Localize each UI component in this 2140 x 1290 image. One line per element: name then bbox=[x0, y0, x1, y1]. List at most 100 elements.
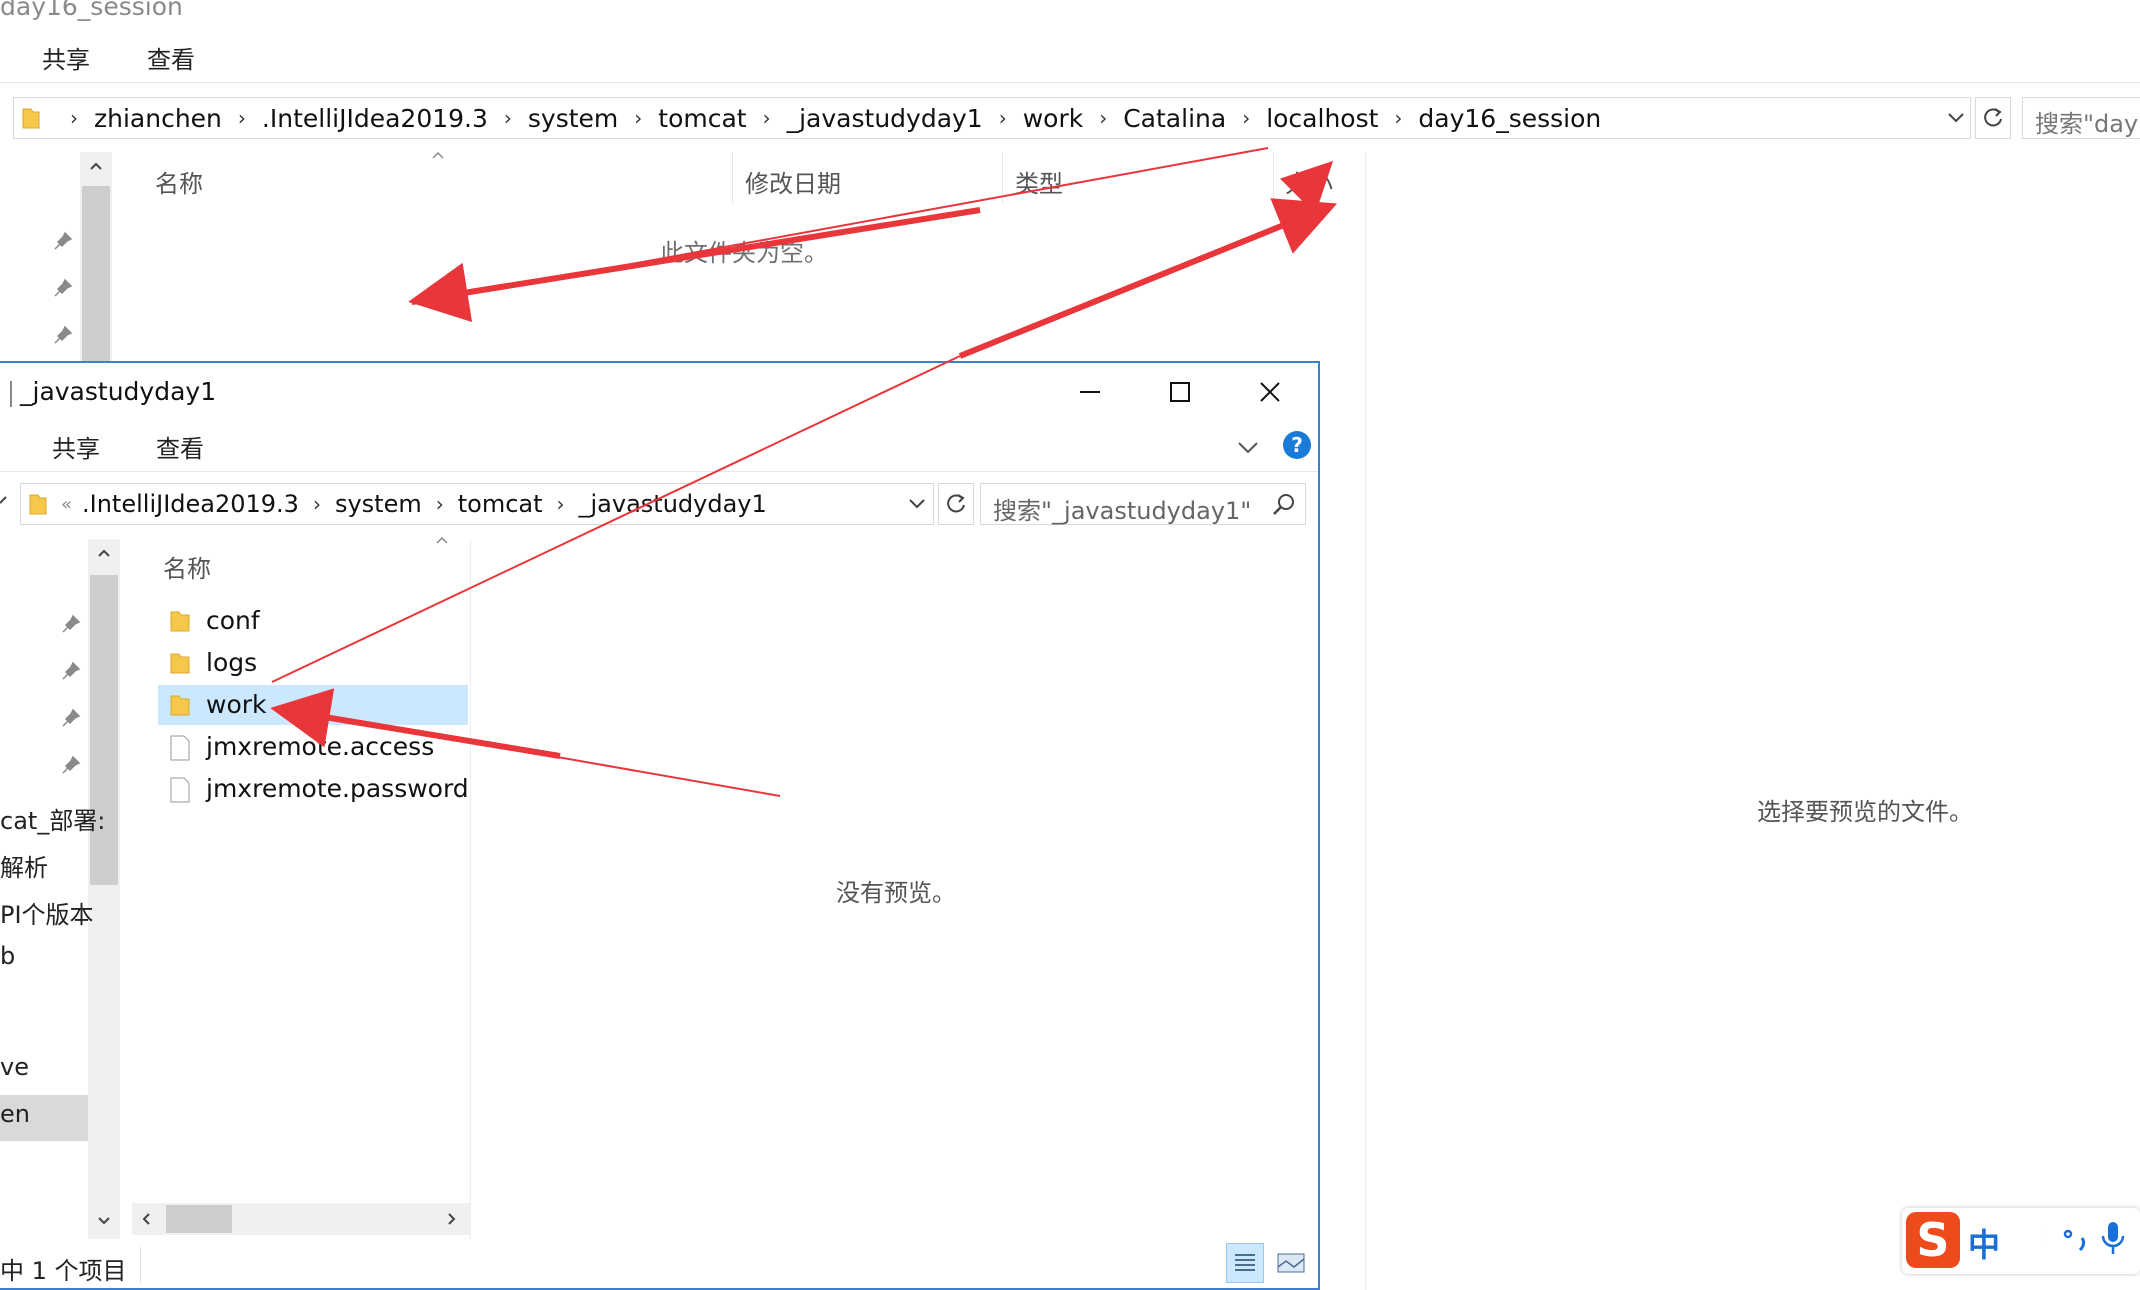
refresh-button[interactable] bbox=[1975, 97, 2011, 139]
crumb-day16-session[interactable]: day16_session bbox=[1418, 104, 1601, 133]
column-divider[interactable] bbox=[732, 152, 733, 204]
punctuation-icon[interactable] bbox=[2060, 1222, 2092, 1256]
folder-icon bbox=[170, 693, 190, 717]
address-dropdown[interactable] bbox=[1941, 97, 1971, 139]
search-icon[interactable] bbox=[1271, 492, 1297, 518]
ime-toolbar[interactable]: S 中 bbox=[1902, 1208, 2140, 1274]
moon-icon[interactable] bbox=[2020, 1224, 2052, 1256]
folder-icon bbox=[170, 651, 190, 675]
preview-view-button[interactable] bbox=[1272, 1243, 1310, 1283]
search-placeholder: 搜索"_javastudyday1" bbox=[993, 497, 1252, 525]
address-bar[interactable]: › zhianchen › .IntelliJIdea2019.3 › syst… bbox=[13, 97, 1971, 139]
chevron-right-icon[interactable]: › bbox=[504, 106, 512, 130]
chevron-right-icon[interactable]: › bbox=[70, 106, 78, 130]
nav-item[interactable]: cat_部署: bbox=[0, 801, 105, 836]
scroll-up-icon[interactable] bbox=[94, 543, 114, 563]
chevron-right-icon[interactable]: › bbox=[763, 106, 771, 130]
column-name[interactable]: 名称 bbox=[163, 549, 211, 584]
nav-item[interactable]: PI个版本 bbox=[0, 895, 94, 930]
chevron-right-icon[interactable]: › bbox=[557, 492, 565, 516]
pane-divider[interactable] bbox=[470, 539, 471, 1239]
crumb-work[interactable]: work bbox=[1023, 104, 1084, 133]
file-name: work bbox=[206, 690, 267, 719]
crumb-tomcat[interactable]: tomcat bbox=[458, 490, 543, 518]
column-divider[interactable] bbox=[1002, 152, 1003, 204]
crumb-system[interactable]: system bbox=[528, 104, 618, 133]
folder-icon bbox=[22, 106, 40, 130]
tab-share[interactable]: 共享 bbox=[52, 429, 100, 464]
breadcrumb-overflow[interactable]: « bbox=[61, 494, 72, 515]
scroll-left-icon[interactable] bbox=[136, 1209, 156, 1229]
close-button[interactable] bbox=[1224, 363, 1316, 421]
maximize-button[interactable] bbox=[1134, 363, 1226, 421]
up-arrow-icon[interactable] bbox=[0, 491, 14, 515]
search-input[interactable]: 搜索"day1 bbox=[2022, 97, 2140, 139]
horizontal-scrollbar-thumb[interactable] bbox=[166, 1205, 232, 1233]
refresh-button[interactable] bbox=[938, 483, 974, 525]
nav-item[interactable]: b bbox=[0, 942, 15, 970]
column-name[interactable]: 名称 bbox=[155, 164, 203, 199]
microphone-icon[interactable] bbox=[2098, 1220, 2128, 1260]
chevron-right-icon[interactable]: › bbox=[1099, 106, 1107, 130]
scroll-right-icon[interactable] bbox=[442, 1209, 462, 1229]
chevron-right-icon[interactable]: › bbox=[999, 106, 1007, 130]
window-title: _javastudyday1 bbox=[20, 377, 217, 406]
chevron-right-icon[interactable]: › bbox=[436, 492, 444, 516]
file-icon bbox=[170, 735, 190, 761]
close-icon bbox=[1260, 382, 1280, 402]
list-item[interactable]: logs bbox=[158, 643, 468, 683]
tab-view[interactable]: 查看 bbox=[156, 429, 204, 464]
explorer-window: _javastudyday1 共享 查看 ? « .IntelliJIdea20… bbox=[0, 361, 1320, 1290]
address-bar[interactable]: « .IntelliJIdea2019.3 › system › tomcat … bbox=[20, 483, 934, 525]
chevron-right-icon[interactable]: › bbox=[1394, 106, 1402, 130]
search-input[interactable]: 搜索"_javastudyday1" bbox=[980, 483, 1306, 525]
sogou-logo[interactable]: S bbox=[1906, 1212, 1960, 1268]
scroll-up-icon[interactable] bbox=[86, 156, 106, 176]
minimize-button[interactable] bbox=[1044, 363, 1136, 421]
crumb-javastudyday1[interactable]: _javastudyday1 bbox=[579, 490, 767, 518]
refresh-icon bbox=[947, 494, 965, 513]
column-type[interactable]: 类型 bbox=[1015, 164, 1063, 199]
tab-view[interactable]: 查看 bbox=[147, 40, 195, 75]
list-item[interactable]: jmxremote.password bbox=[158, 769, 469, 809]
chevron-right-icon[interactable]: › bbox=[238, 106, 246, 130]
ime-language[interactable]: 中 bbox=[1968, 1220, 2000, 1266]
chevron-right-icon[interactable]: › bbox=[634, 106, 642, 130]
folder-icon bbox=[170, 609, 190, 633]
address-dropdown[interactable] bbox=[903, 484, 931, 524]
tab-share[interactable]: 共享 bbox=[42, 40, 90, 75]
crumb-zhianchen[interactable]: zhianchen bbox=[94, 104, 222, 133]
crumb-intellij[interactable]: .IntelliJIdea2019.3 bbox=[82, 490, 299, 518]
preview-divider[interactable] bbox=[1365, 152, 1366, 1290]
list-item-selected[interactable]: work bbox=[158, 685, 468, 725]
nav-scrollbar-thumb[interactable] bbox=[90, 575, 118, 885]
ribbon-expand-button[interactable] bbox=[1233, 433, 1263, 463]
title-separator bbox=[10, 381, 12, 407]
crumb-localhost[interactable]: localhost bbox=[1266, 104, 1378, 133]
pin-icon bbox=[60, 613, 82, 635]
nav-item[interactable]: en bbox=[0, 1100, 30, 1128]
crumb-javastudyday1[interactable]: _javastudyday1 bbox=[787, 104, 983, 133]
ribbon-divider bbox=[0, 471, 1318, 472]
column-modified[interactable]: 修改日期 bbox=[745, 164, 841, 199]
list-item[interactable]: conf bbox=[158, 601, 468, 641]
crumb-catalina[interactable]: Catalina bbox=[1123, 104, 1226, 133]
nav-scrollbar-thumb[interactable] bbox=[82, 186, 110, 372]
crumb-system[interactable]: system bbox=[335, 490, 422, 518]
details-view-button[interactable] bbox=[1226, 1243, 1264, 1283]
file-icon bbox=[170, 777, 190, 803]
chevron-down-icon bbox=[1238, 442, 1258, 454]
preview-view-icon bbox=[1277, 1253, 1305, 1273]
column-size[interactable]: 大小 bbox=[1285, 164, 1333, 199]
annotation-arrow bbox=[958, 198, 1338, 359]
nav-item[interactable]: 解析 bbox=[0, 848, 48, 883]
chevron-right-icon[interactable]: › bbox=[313, 492, 321, 516]
column-divider[interactable] bbox=[1273, 152, 1274, 204]
crumb-tomcat[interactable]: tomcat bbox=[658, 104, 746, 133]
scroll-down-icon[interactable] bbox=[94, 1211, 114, 1231]
list-item[interactable]: jmxremote.access bbox=[158, 727, 468, 767]
chevron-right-icon[interactable]: › bbox=[1242, 106, 1250, 130]
crumb-intellij[interactable]: .IntelliJIdea2019.3 bbox=[262, 104, 488, 133]
help-icon[interactable]: ? bbox=[1283, 431, 1311, 459]
nav-item[interactable]: ve bbox=[0, 1053, 29, 1081]
